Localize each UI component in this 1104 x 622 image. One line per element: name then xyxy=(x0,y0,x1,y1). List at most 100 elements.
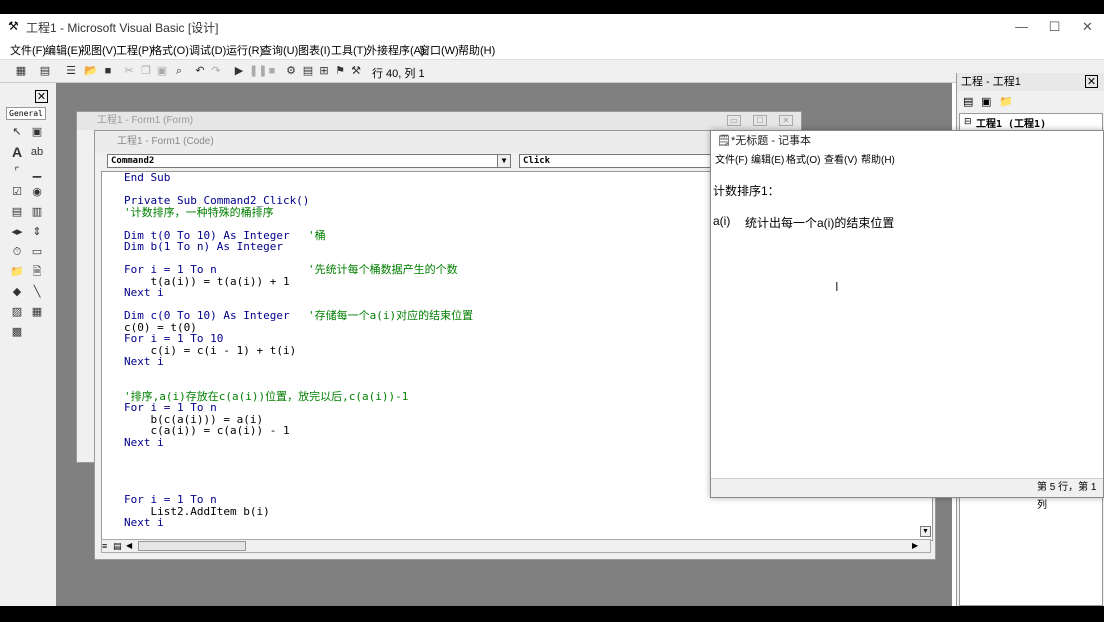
undo-icon[interactable]: ↶ xyxy=(193,64,207,78)
object-browser-icon[interactable]: ⚑ xyxy=(333,64,347,78)
form-layout-icon[interactable]: ⊞ xyxy=(317,64,331,78)
object-combo-arrow-icon[interactable]: ▼ xyxy=(497,155,510,167)
full-module-view-icon[interactable]: ▤ xyxy=(113,540,123,552)
notepad-menu-item[interactable]: 编辑(E) xyxy=(751,152,784,170)
drivelistbox-tool-icon[interactable]: ▭ xyxy=(29,244,45,260)
textbox-tool-icon[interactable]: ab xyxy=(29,144,45,160)
horizontal-scroll-thumb[interactable] xyxy=(138,541,246,551)
break-icon[interactable]: ❚❚ xyxy=(249,64,267,78)
menu-item[interactable]: 工程(P) xyxy=(116,42,153,58)
notepad-menu-item[interactable]: 格式(O) xyxy=(786,152,820,170)
menu-item[interactable]: 视图(V) xyxy=(80,42,117,58)
data-tool-icon[interactable]: ▦ xyxy=(29,304,45,320)
menu-item[interactable]: 工具(T) xyxy=(331,42,367,58)
shape-tool-icon[interactable]: ◆ xyxy=(9,284,25,300)
menu-item[interactable]: 查询(U) xyxy=(261,42,298,58)
image-tool-icon[interactable]: ▨ xyxy=(9,304,25,320)
toggle-folders-icon[interactable]: 📁 xyxy=(999,95,1013,108)
tree-collapse-icon[interactable]: ⊟ xyxy=(964,116,972,127)
code-text: End Sub Private Sub Command2_Click() '计数排序… xyxy=(124,172,473,529)
end-icon[interactable]: ■ xyxy=(265,64,279,78)
project-explorer-icon[interactable]: ⚙ xyxy=(284,64,298,78)
code-line: Next i xyxy=(124,435,408,449)
timer-tool-icon[interactable]: ⏱ xyxy=(9,244,25,260)
pointer-tool-icon[interactable]: ↖ xyxy=(9,124,25,140)
scroll-right-icon[interactable]: ▶ xyxy=(912,540,922,552)
start-icon[interactable]: ▶ xyxy=(232,64,246,78)
horizontal-scrollbar[interactable]: ≡ ▤ ◀ ▶ xyxy=(101,539,931,553)
form-maximize-button[interactable]: ☐ xyxy=(753,115,767,126)
project-close-icon[interactable]: ✕ xyxy=(1085,75,1098,88)
scroll-left-icon[interactable]: ◀ xyxy=(126,540,136,552)
code-line-comment: '先统计每个桶数据产生的个数 xyxy=(308,263,458,276)
code-line-text: Next i xyxy=(124,435,164,449)
find-icon[interactable]: ⌕ xyxy=(172,64,186,78)
combobox-tool-icon[interactable]: ▤ xyxy=(9,204,25,220)
save-icon[interactable]: ■ xyxy=(101,64,115,78)
frame-tool-icon[interactable]: ⌜ xyxy=(9,164,25,180)
filelistbox-tool-icon[interactable]: 🗎 xyxy=(29,264,45,280)
object-combo[interactable]: Command2 ▼ xyxy=(107,154,511,168)
view-code-icon[interactable]: ▤ xyxy=(963,95,973,108)
menu-item[interactable]: 编辑(E) xyxy=(45,42,82,58)
code-line: Next i xyxy=(124,517,408,529)
minimize-button[interactable]: — xyxy=(1005,14,1038,39)
toolbox-icon[interactable]: ⚒ xyxy=(349,64,363,78)
code-line-text: '计数排序，一种特殊的桶排序 xyxy=(124,205,274,219)
hscrollbar-tool-icon[interactable]: ◂▸ xyxy=(9,224,25,240)
toolbox-tab-general[interactable]: General xyxy=(6,107,46,120)
checkbox-tool-icon[interactable]: ☑ xyxy=(9,184,25,200)
menu-item[interactable]: 调试(D) xyxy=(189,42,226,58)
notepad-menu-item[interactable]: 帮助(H) xyxy=(861,152,895,170)
optionbutton-tool-icon[interactable]: ◉ xyxy=(29,184,45,200)
picturebox-tool-icon[interactable]: ▣ xyxy=(29,124,45,140)
project-explorer-title: 工程 - 工程1 xyxy=(957,73,1104,91)
menu-item[interactable]: 图表(I) xyxy=(298,42,330,58)
code-line: End Sub xyxy=(124,172,408,184)
maximize-button[interactable]: ☐ xyxy=(1038,14,1071,39)
notepad-line-2-label: a(i) xyxy=(713,214,731,228)
notepad-text-area[interactable]: 计数排序1： a(i) 统计出每一个a(i)的结束位置 I xyxy=(713,169,1103,479)
toolbox-close-icon[interactable]: ✕ xyxy=(35,90,48,103)
label-tool-icon[interactable]: A xyxy=(9,144,25,160)
cut-icon[interactable]: ✂ xyxy=(122,64,136,78)
commandbutton-tool-icon[interactable]: ▁ xyxy=(29,164,45,180)
copy-icon[interactable]: ❐ xyxy=(139,64,153,78)
open-icon[interactable]: 📂 xyxy=(84,64,98,78)
toolbar: ▦ ▤ ☰ 📂 ■ ✂ ❐ ▣ ⌕ ↶ ↷ ▶ ❚❚ ■ ⚙ ▤ ⊞ ⚑ ⚒ 行… xyxy=(0,59,1104,83)
code-line-text: Next i xyxy=(124,355,164,368)
notepad-line-2-text: 统计出每一个a(i)的结束位置 xyxy=(745,216,895,230)
vscroll-down-icon[interactable]: ▼ xyxy=(920,526,931,537)
code-line: c(a(i)) = c(a(i)) - 1 xyxy=(124,425,408,437)
menu-item[interactable]: 运行(R) xyxy=(226,42,263,58)
form-minimize-button[interactable]: ▭ xyxy=(727,115,741,126)
properties-icon[interactable]: ▤ xyxy=(301,64,315,78)
line-tool-icon[interactable]: ╲ xyxy=(29,284,45,300)
cursor-position: 行 40, 列 1 xyxy=(372,68,425,80)
menu-item[interactable]: 帮助(H) xyxy=(458,42,495,58)
menu-item[interactable]: 文件(F) xyxy=(10,42,46,58)
redo-icon[interactable]: ↷ xyxy=(209,64,223,78)
menu-item[interactable]: 窗口(W) xyxy=(419,42,459,58)
add-form-icon[interactable]: ▤ xyxy=(38,64,52,78)
listbox-tool-icon[interactable]: ▥ xyxy=(29,204,45,220)
notepad-window[interactable]: 🗒 *无标题 - 记事本 文件(F) 编辑(E) 格式(O) 查看(V) 帮助(H) 计… xyxy=(710,130,1104,511)
notepad-menu-item[interactable]: 文件(F) xyxy=(715,152,748,170)
menu-item[interactable]: 外接程序(A) xyxy=(366,42,425,58)
menu-editor-icon[interactable]: ☰ xyxy=(64,64,78,78)
ole-tool-icon[interactable]: ▩ xyxy=(9,324,25,340)
add-project-icon[interactable]: ▦ xyxy=(14,64,28,78)
project-root[interactable]: 工程1 (工程1) xyxy=(976,115,1046,130)
procedure-view-icon[interactable]: ≡ xyxy=(102,540,112,552)
vscrollbar-tool-icon[interactable]: ⇕ xyxy=(29,224,45,240)
menu-item[interactable]: 格式(O) xyxy=(151,42,189,58)
form-close-button[interactable]: ✕ xyxy=(779,115,793,126)
code-line: Dim b(1 To n) As Integer xyxy=(124,241,408,253)
paste-icon[interactable]: ▣ xyxy=(155,64,169,78)
close-button[interactable]: ✕ xyxy=(1071,14,1104,39)
dirlistbox-tool-icon[interactable]: 📁 xyxy=(9,264,25,280)
view-object-icon[interactable]: ▣ xyxy=(981,95,991,108)
notepad-menu-item[interactable]: 查看(V) xyxy=(824,152,857,170)
